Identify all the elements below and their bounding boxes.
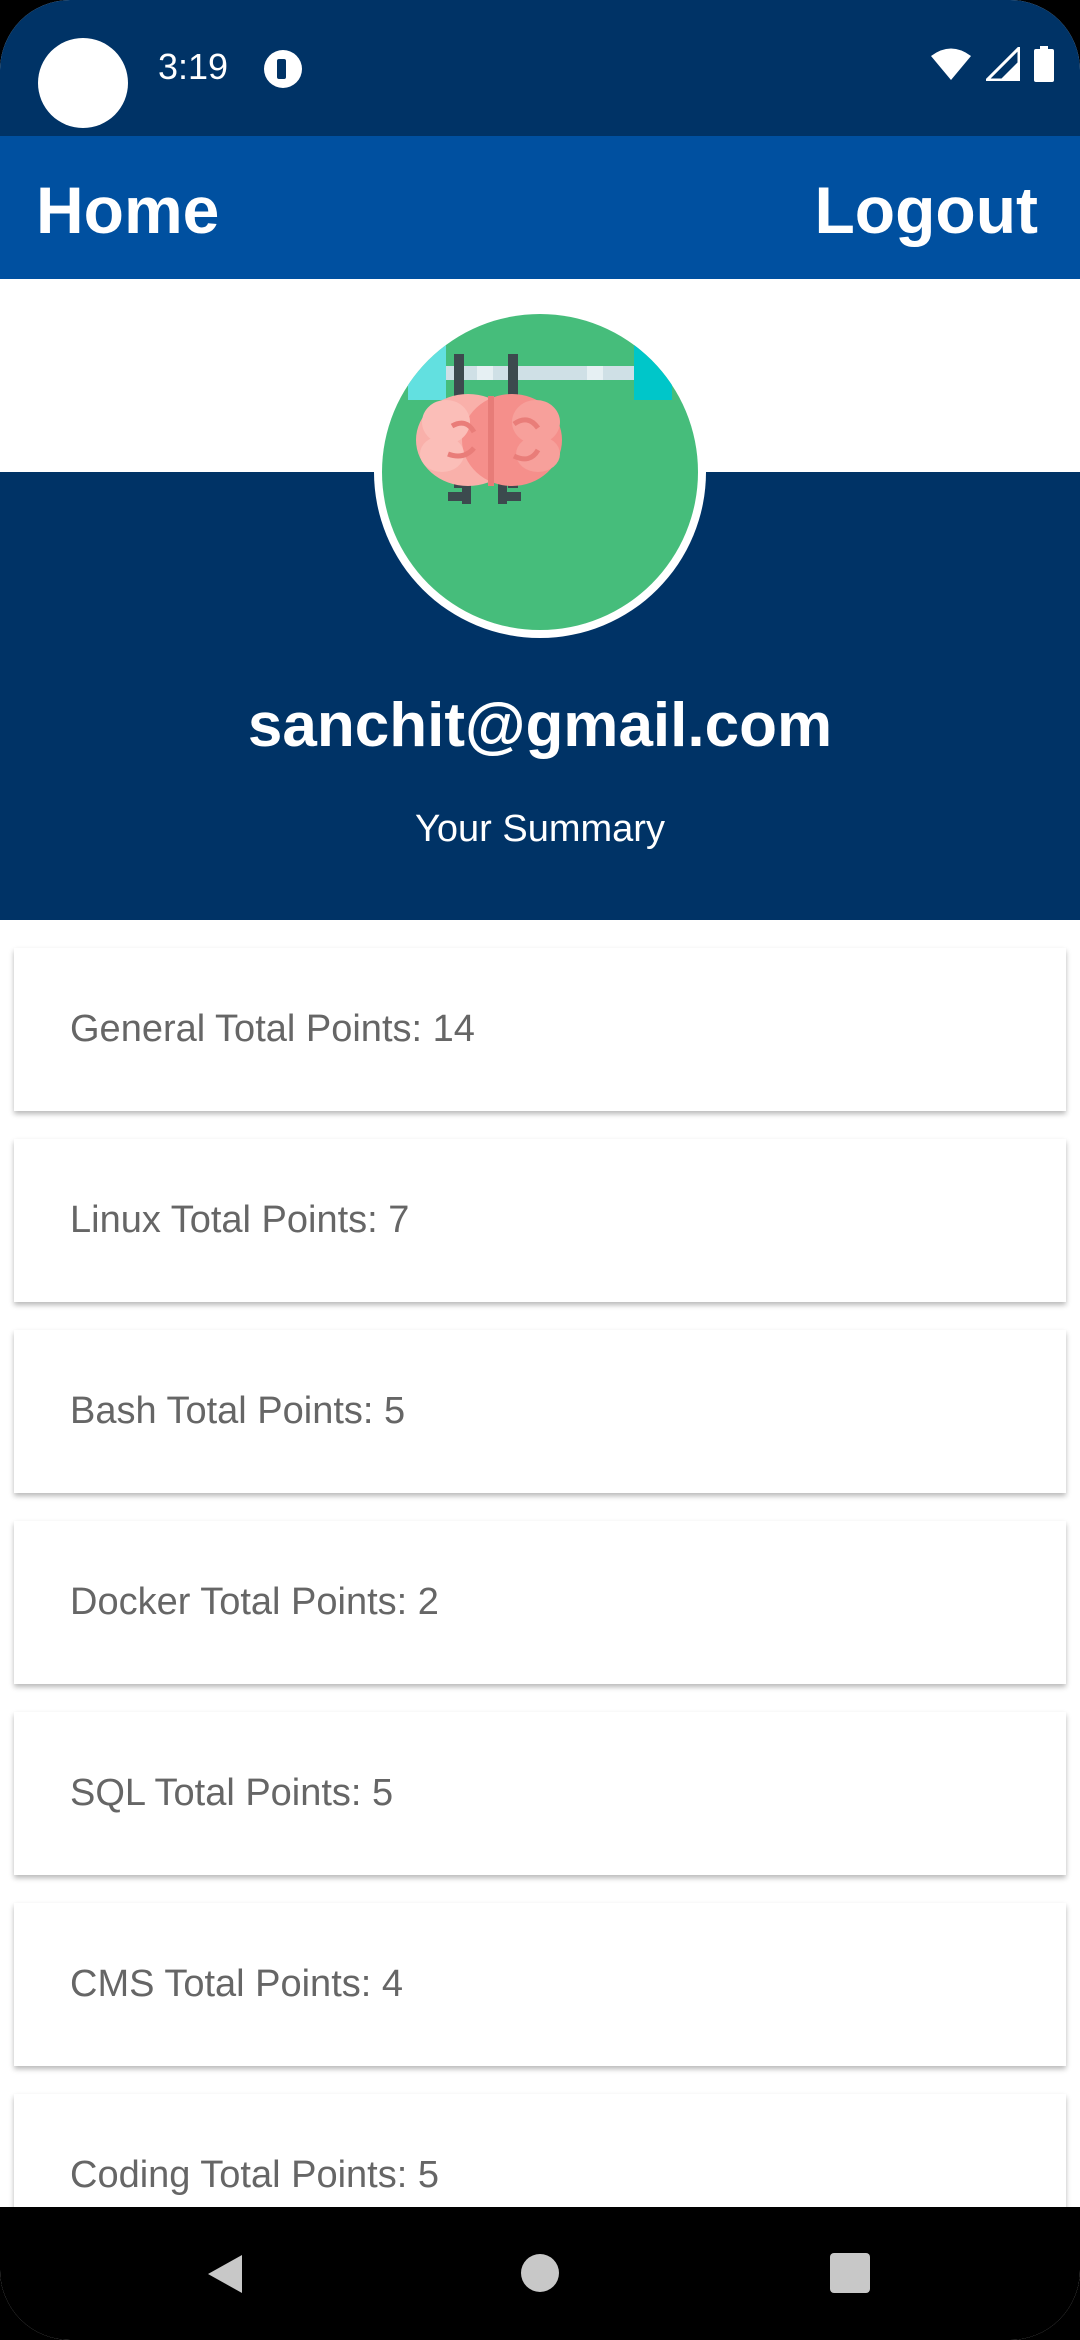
- card-label: Coding Total Points: 5: [70, 2154, 439, 2196]
- brain-barbell-icon: [408, 342, 672, 504]
- points-card-docker[interactable]: Docker Total Points: 2: [14, 1521, 1066, 1684]
- avatar-circle: [382, 314, 698, 630]
- points-card-sql[interactable]: SQL Total Points: 5: [14, 1712, 1066, 1875]
- home-title[interactable]: Home: [36, 172, 219, 248]
- points-card-cms[interactable]: CMS Total Points: 4: [14, 1903, 1066, 2066]
- status-bar: 3:19: [0, 0, 1080, 136]
- status-time: 3:19: [158, 46, 229, 87]
- card-label: General Total Points: 14: [70, 1008, 475, 1050]
- camera-cutout: [38, 38, 128, 128]
- wifi-icon: [931, 48, 971, 80]
- app-screen: 3:19 Home Logout sanchit@gmail.com Your …: [0, 0, 1080, 2340]
- points-card-bash[interactable]: Bash Total Points: 5: [14, 1330, 1066, 1493]
- home-icon[interactable]: [520, 2253, 560, 2293]
- recents-icon[interactable]: [830, 2253, 870, 2293]
- back-icon[interactable]: [204, 2253, 246, 2295]
- card-label: Bash Total Points: 5: [70, 1390, 406, 1432]
- card-label: SQL Total Points: 5: [70, 1772, 394, 1814]
- signal-icon: [986, 47, 1020, 81]
- card-label: CMS Total Points: 4: [70, 1963, 404, 2005]
- system-icons: [930, 46, 1054, 82]
- points-card-linux[interactable]: Linux Total Points: 7: [14, 1139, 1066, 1302]
- navigation-bar: [0, 2207, 1080, 2340]
- card-label: Docker Total Points: 2: [70, 1581, 439, 1623]
- user-email: sanchit@gmail.com: [247, 691, 833, 760]
- battery-icon: [1034, 46, 1054, 82]
- points-card-general[interactable]: General Total Points: 14: [14, 948, 1066, 1111]
- notification-icon: [264, 50, 302, 88]
- app-bar: Home Logout: [0, 136, 1080, 279]
- card-label: Linux Total Points: 7: [70, 1199, 410, 1241]
- summary-subtitle: Your Summary: [415, 808, 665, 850]
- logout-button[interactable]: Logout: [814, 172, 1038, 248]
- avatar: [374, 306, 706, 638]
